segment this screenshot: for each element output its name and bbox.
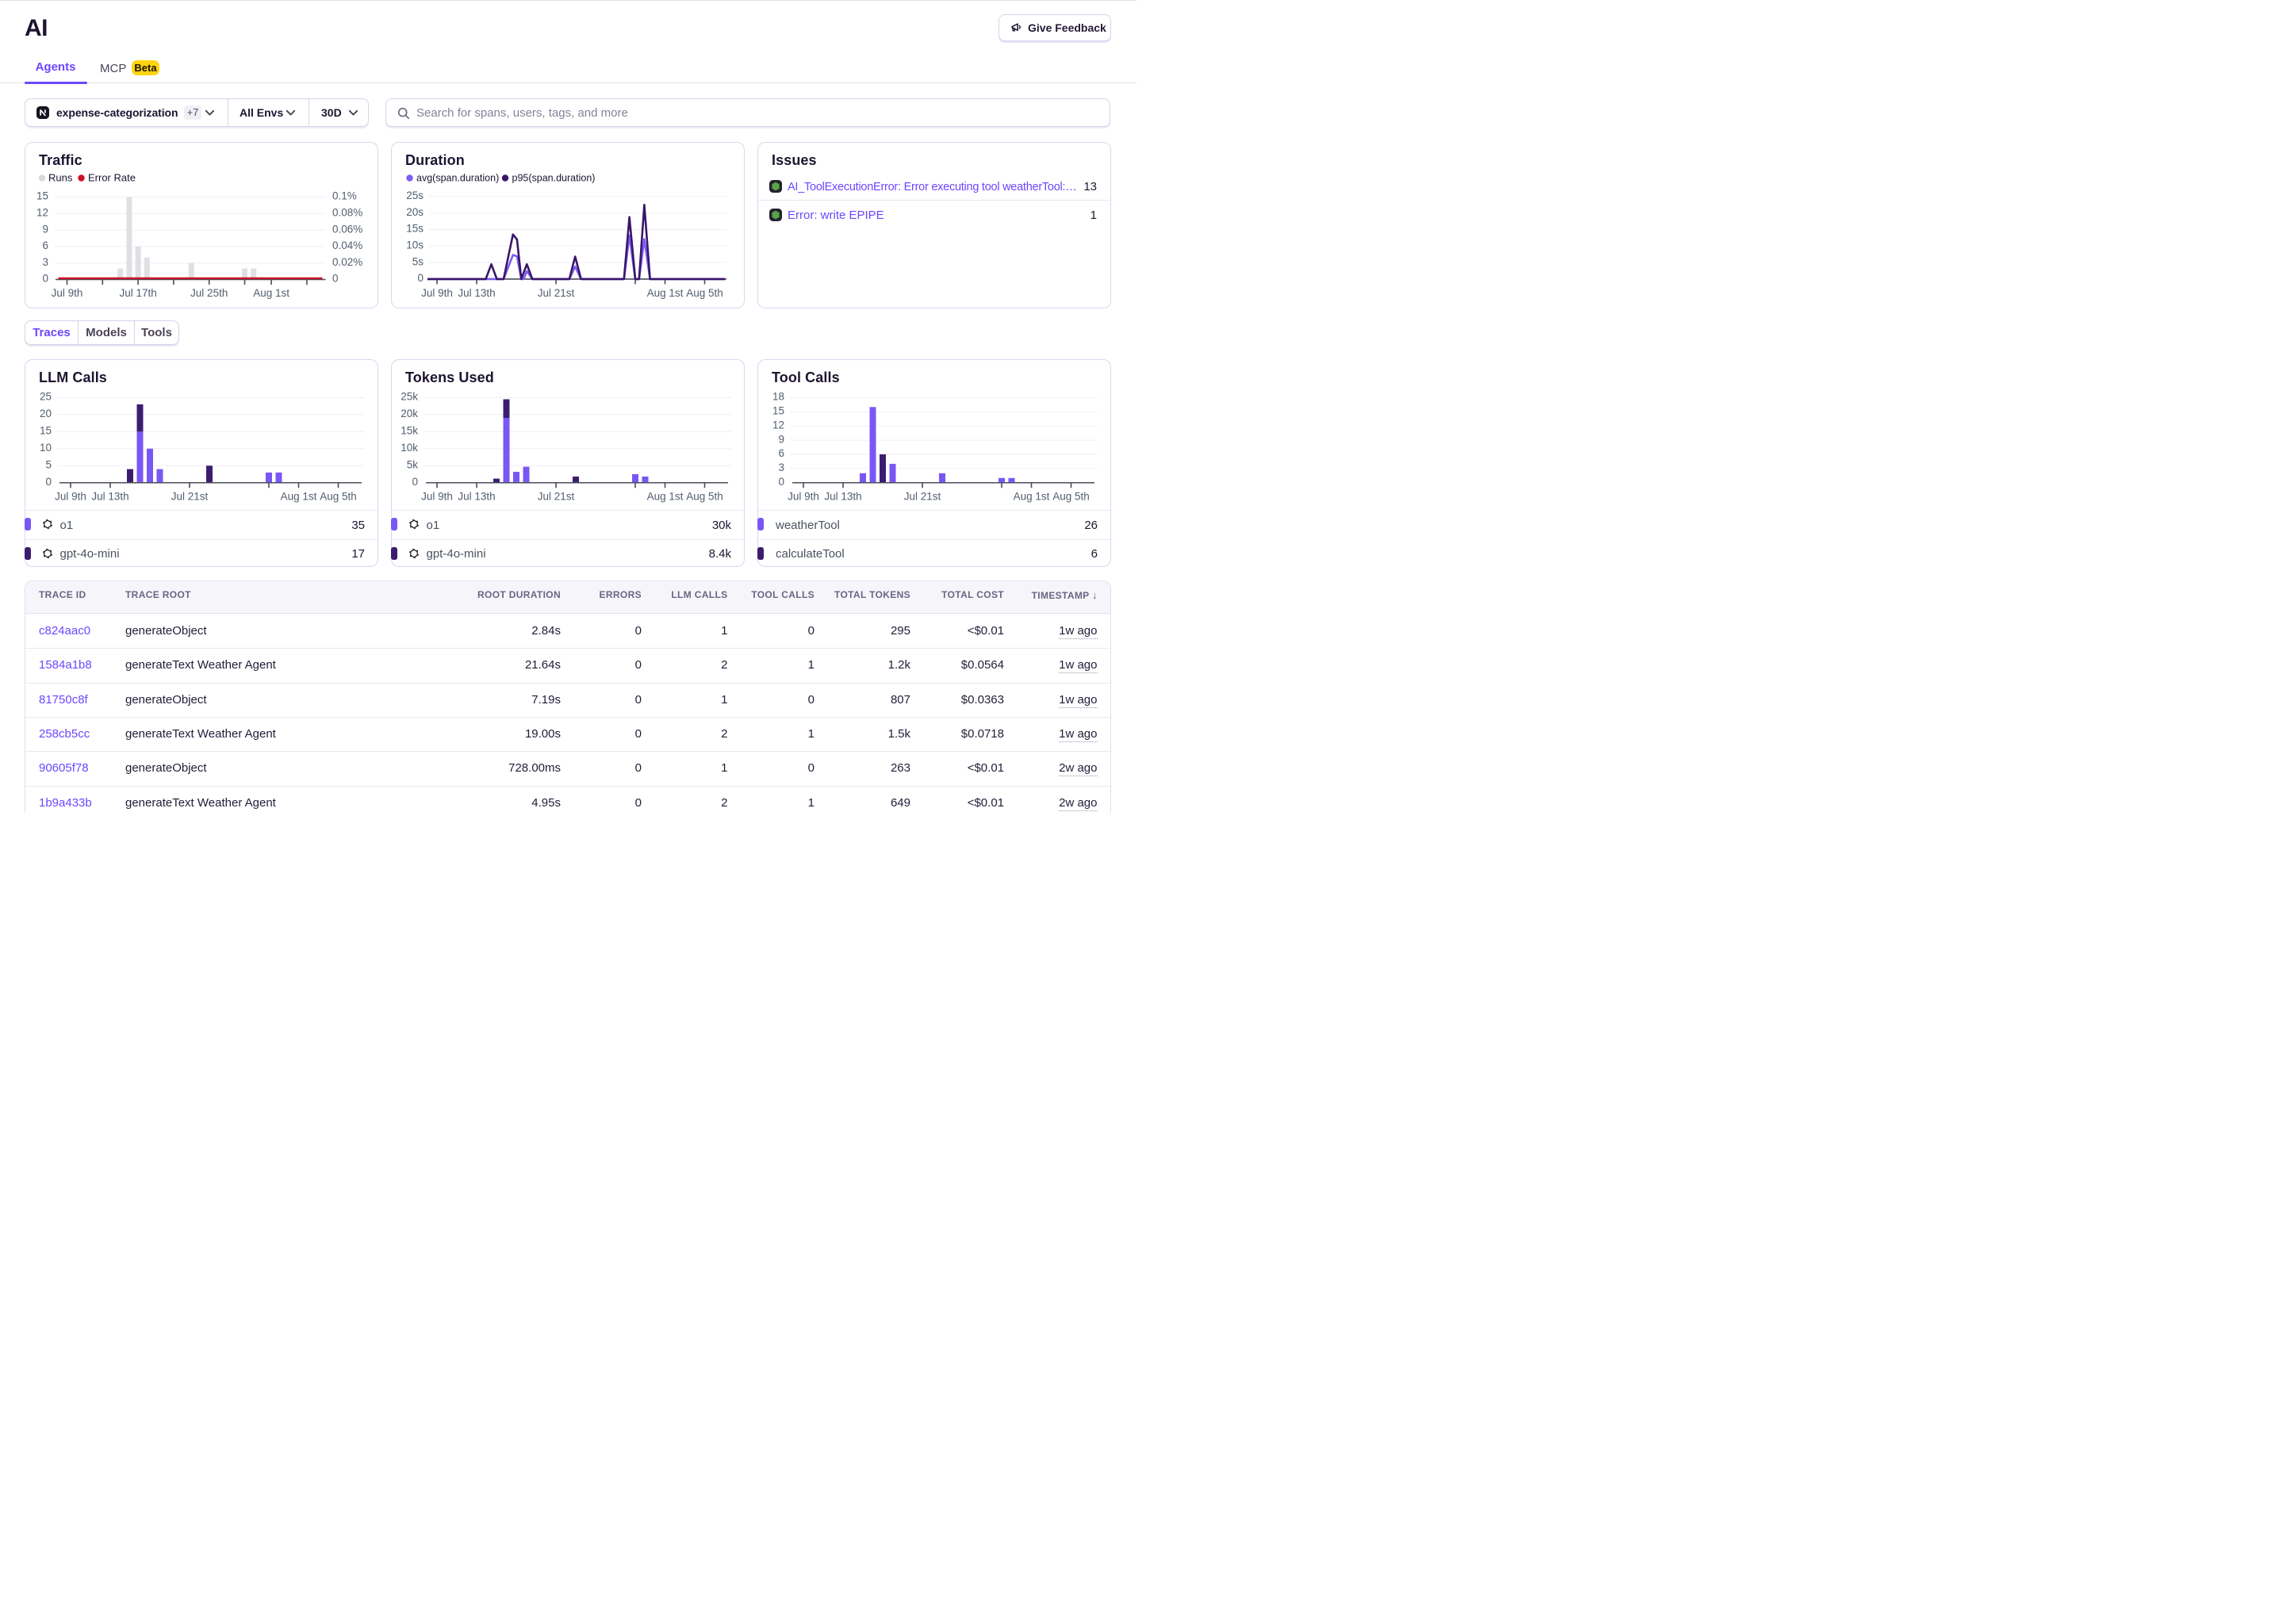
svg-text:9: 9 xyxy=(42,223,48,235)
svg-text:25k: 25k xyxy=(401,391,418,403)
svg-text:0: 0 xyxy=(417,272,424,284)
svg-text:Aug 1st: Aug 1st xyxy=(1014,491,1050,503)
svg-text:Aug 5th: Aug 5th xyxy=(686,491,723,503)
svg-text:Jul 9th: Jul 9th xyxy=(55,491,86,503)
svg-text:20s: 20s xyxy=(406,205,424,217)
svg-text:Aug 1st: Aug 1st xyxy=(647,287,684,299)
svg-text:10s: 10s xyxy=(406,239,424,251)
svg-text:5s: 5s xyxy=(412,255,424,267)
svg-text:0: 0 xyxy=(42,272,48,284)
svg-text:5: 5 xyxy=(45,459,52,471)
svg-text:Error Rate: Error Rate xyxy=(88,171,136,183)
svg-text:Runs: Runs xyxy=(48,171,73,183)
svg-text:Aug 1st: Aug 1st xyxy=(253,287,289,299)
svg-text:Jul 25th: Jul 25th xyxy=(190,287,228,299)
svg-text:Jul 9th: Jul 9th xyxy=(421,491,453,503)
svg-text:12: 12 xyxy=(772,419,784,431)
svg-text:p95(span.duration): p95(span.duration) xyxy=(512,172,596,183)
svg-text:15: 15 xyxy=(772,405,784,417)
svg-text:0: 0 xyxy=(412,476,418,488)
svg-text:3: 3 xyxy=(42,255,48,267)
svg-text:Jul 13th: Jul 13th xyxy=(824,491,861,503)
svg-text:avg(span.duration): avg(span.duration) xyxy=(416,172,499,183)
svg-text:Jul 9th: Jul 9th xyxy=(52,287,83,299)
svg-text:Aug 5th: Aug 5th xyxy=(320,491,357,503)
svg-text:20: 20 xyxy=(40,408,52,419)
svg-text:Jul 21st: Jul 21st xyxy=(538,491,575,503)
svg-text:5k: 5k xyxy=(407,459,419,471)
svg-text:18: 18 xyxy=(772,391,784,403)
svg-text:9: 9 xyxy=(778,433,784,445)
svg-text:Jul 21st: Jul 21st xyxy=(171,491,209,503)
svg-text:Jul 13th: Jul 13th xyxy=(458,491,495,503)
svg-text:Jul 21st: Jul 21st xyxy=(904,491,941,503)
svg-text:0.04%: 0.04% xyxy=(332,239,362,251)
svg-text:Jul 13th: Jul 13th xyxy=(91,491,128,503)
svg-text:15: 15 xyxy=(36,190,48,201)
svg-text:0: 0 xyxy=(45,476,52,488)
svg-text:Jul 21st: Jul 21st xyxy=(538,287,575,299)
svg-text:6: 6 xyxy=(778,447,784,459)
svg-text:Jul 17th: Jul 17th xyxy=(119,287,156,299)
svg-text:15s: 15s xyxy=(406,222,424,234)
svg-text:15k: 15k xyxy=(401,425,418,437)
svg-text:0: 0 xyxy=(332,272,339,284)
svg-text:Aug 1st: Aug 1st xyxy=(281,491,317,503)
svg-text:25s: 25s xyxy=(406,190,424,201)
svg-text:10k: 10k xyxy=(401,442,418,454)
svg-text:0.1%: 0.1% xyxy=(332,190,357,201)
svg-text:0.06%: 0.06% xyxy=(332,223,362,235)
svg-text:6: 6 xyxy=(42,239,48,251)
svg-text:0.08%: 0.08% xyxy=(332,206,362,218)
svg-text:25: 25 xyxy=(40,391,52,403)
svg-text:Jul 13th: Jul 13th xyxy=(458,287,495,299)
svg-text:20k: 20k xyxy=(401,408,418,419)
svg-text:15: 15 xyxy=(40,425,52,437)
svg-text:Aug 1st: Aug 1st xyxy=(647,491,684,503)
svg-text:10: 10 xyxy=(40,442,52,454)
svg-text:Jul 9th: Jul 9th xyxy=(421,287,453,299)
svg-text:Jul 9th: Jul 9th xyxy=(788,491,819,503)
svg-text:Aug 5th: Aug 5th xyxy=(686,287,723,299)
svg-text:3: 3 xyxy=(778,462,784,473)
svg-text:Aug 5th: Aug 5th xyxy=(1052,491,1090,503)
svg-text:12: 12 xyxy=(36,206,48,218)
svg-text:0.02%: 0.02% xyxy=(332,255,362,267)
svg-text:0: 0 xyxy=(778,476,784,488)
